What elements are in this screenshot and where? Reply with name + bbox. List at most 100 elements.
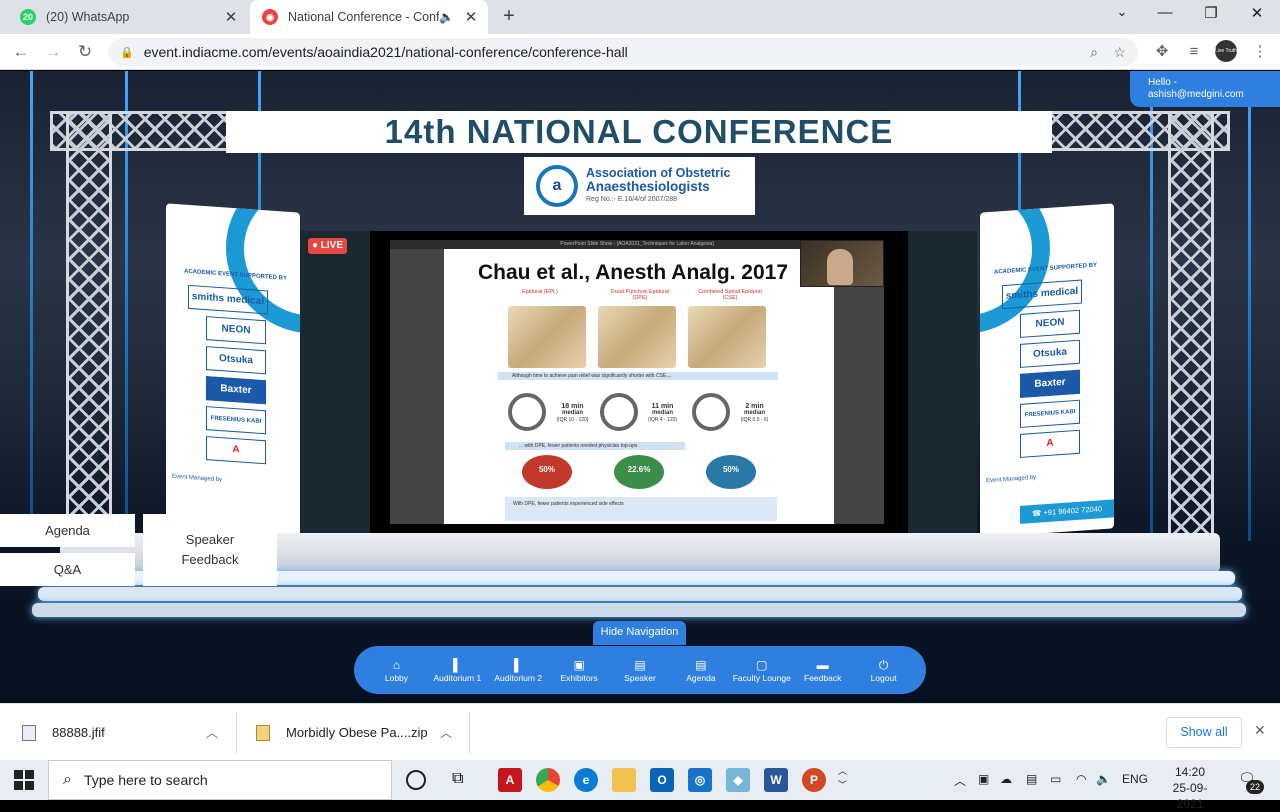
tab-search-icon[interactable]: ⌄	[1107, 4, 1137, 28]
powerpoint-icon[interactable]: P	[802, 768, 826, 792]
close-tab-icon[interactable]: ✕	[460, 8, 482, 26]
edge-icon[interactable]: e	[574, 768, 598, 792]
nav-speaker[interactable]: ▤ Speaker	[610, 658, 671, 683]
outlook-icon[interactable]: O	[650, 768, 674, 792]
clock-date: 25-09-2021	[1172, 781, 1208, 811]
screen-bezel-left	[300, 231, 370, 533]
tab-whatsapp[interactable]: 20 (20) WhatsApp ✕	[8, 0, 248, 34]
address-bar[interactable]: 🔒 event.indiacme.com/events/aoaindia2021…	[108, 38, 1138, 66]
clock[interactable]: 14:20 25-09-2021	[1160, 764, 1220, 812]
conference-banner: 14th NATIONAL CONFERENCE	[226, 111, 1052, 153]
close-window-button[interactable]: ✕	[1242, 4, 1272, 28]
tray-app-icon[interactable]: ▣	[978, 772, 989, 786]
reading-list-icon[interactable]: ≡	[1184, 42, 1204, 62]
forward-icon[interactable]: →	[42, 41, 64, 63]
timer-icon	[600, 393, 638, 431]
left-sponsor-board: ACADEMIC EVENT SUPPORTED BY smiths medic…	[166, 203, 300, 538]
nav-agenda[interactable]: ▤ Agenda	[670, 658, 731, 683]
download-item[interactable]: Morbidly Obese Pa....zip ︿	[256, 704, 466, 761]
image-file-icon	[22, 724, 36, 741]
nav-exhibitors[interactable]: ▣ Exhibitors	[549, 658, 610, 683]
reload-icon[interactable]: ↻	[74, 41, 96, 63]
download-filename: 88888.jfif	[52, 725, 105, 740]
nav-faculty-lounge[interactable]: ▢ Faculty Lounge	[731, 658, 792, 683]
volume-icon[interactable]: 🔈	[1096, 772, 1111, 786]
new-tab-button[interactable]: +	[498, 5, 520, 27]
door-icon: ▌	[453, 657, 462, 672]
sponsor-neon: NEON	[1020, 309, 1080, 338]
app-icon[interactable]: ◎	[688, 768, 712, 792]
spine-image	[688, 306, 766, 368]
sponsor-otsuka: Otsuka	[1020, 339, 1080, 368]
chevron-up-icon[interactable]: ︿	[206, 724, 218, 741]
conference-icon: ◉	[262, 9, 278, 25]
nav-auditorium-2[interactable]: ▌ Auditorium 2	[488, 658, 549, 683]
show-all-button[interactable]: Show all	[1166, 717, 1242, 748]
file-explorer-icon[interactable]	[612, 768, 636, 792]
windows-start-icon[interactable]	[14, 770, 34, 790]
cloud-icon[interactable]: ☁	[1000, 772, 1012, 786]
nav-label: Auditorium 1	[433, 672, 482, 683]
wifi-icon[interactable]: ◠	[1076, 772, 1086, 786]
search-icon: ⌕	[63, 771, 72, 788]
nav-lobby[interactable]: ⌂ Lobby	[366, 658, 427, 683]
acrobat-icon[interactable]: A	[498, 768, 522, 792]
chevron-up-icon[interactable]: ︿	[954, 772, 966, 789]
sponsor-neon: NEON	[206, 316, 266, 345]
tab-national-conference[interactable]: ◉ National Conference - Confe 🔈 ✕	[250, 0, 488, 34]
restore-button[interactable]: ❐	[1196, 4, 1226, 28]
sponsor-smiths: smiths medical	[188, 284, 268, 315]
board-phone: ☎ +91 96402 72040	[1020, 499, 1114, 524]
close-tab-icon[interactable]: ✕	[220, 8, 242, 26]
chrome-icon[interactable]	[536, 768, 560, 792]
taskbar-search[interactable]: ⌕ Type here to search	[48, 760, 392, 800]
profile-avatar[interactable]: Live Truth	[1215, 40, 1237, 62]
conference-hall: Hello - ashish@medgini.com 14th NATIONAL…	[0, 71, 1280, 703]
qa-button[interactable]: Q&A	[0, 553, 135, 586]
extensions-icon[interactable]: ✥	[1152, 42, 1172, 62]
slide-col-header: Combined Spinal Epidural (CSE)	[698, 289, 762, 301]
speaker-icon[interactable]: 🔈	[439, 10, 454, 24]
agenda-button[interactable]: Agenda	[0, 514, 135, 547]
slide-pie: 50%	[706, 455, 756, 489]
nav-feedback[interactable]: ▬ Feedback	[792, 658, 853, 683]
nav-auditorium-1[interactable]: ▌ Auditorium 1	[427, 658, 488, 683]
timer-label: 11 min median (IQR 4 - 120)	[647, 403, 678, 423]
whatsapp-icon: 20	[20, 9, 36, 25]
speaker-feedback-label: Feedback	[181, 552, 239, 567]
nav-label: Agenda	[686, 672, 716, 683]
bookmark-star-icon[interactable]: ☆	[1113, 44, 1126, 61]
sponsor-a: A	[1020, 429, 1080, 458]
hide-navigation-button[interactable]: Hide Navigation	[593, 621, 686, 645]
back-icon[interactable]: ←	[10, 41, 32, 63]
browser-toolbar: ← → ↻ 🔒 event.indiacme.com/events/aoaind…	[0, 34, 1280, 70]
app-icon[interactable]: ◆	[726, 768, 750, 792]
taskbar-scroll-icon[interactable]: ︿ ﹀	[838, 764, 847, 792]
sponsor-otsuka: Otsuka	[206, 346, 266, 375]
minimize-button[interactable]: —	[1150, 4, 1180, 28]
menu-icon[interactable]: ⋮	[1250, 42, 1270, 62]
slide-col-header: Epidural (EPL)	[522, 289, 558, 295]
sponsor-fresenius: FRESENIUS KABI	[1020, 399, 1080, 428]
chevron-up-icon[interactable]: ︿	[440, 724, 452, 741]
cortana-icon[interactable]	[406, 770, 426, 790]
zoom-icon[interactable]: ⌕	[1090, 44, 1098, 61]
task-view-icon[interactable]: ⧉	[452, 770, 463, 788]
clock-time: 14:20	[1174, 765, 1206, 779]
nav-logout[interactable]: ⏻ Logout	[853, 658, 914, 683]
board-footer: Event Managed by	[172, 473, 223, 484]
venue-navigation: ⌂ Lobby ▌ Auditorium 1 ▌ Auditorium 2 ▣ Exhi…	[354, 646, 926, 694]
language-indicator[interactable]: ENG	[1122, 772, 1148, 786]
power-icon: ⏻	[878, 657, 889, 672]
battery-icon[interactable]: ▭	[1050, 772, 1061, 786]
tray-app-icon[interactable]: ▤	[1026, 772, 1037, 786]
word-icon[interactable]: W	[764, 768, 788, 792]
speaker-feedback-button[interactable]: Speaker Feedback	[143, 514, 277, 586]
slide-pie: 22.6%	[614, 455, 664, 489]
download-filename: Morbidly Obese Pa....zip	[286, 725, 428, 740]
speaker-feedback-label: Speaker	[185, 532, 235, 547]
close-download-bar-icon[interactable]: ✕	[1254, 722, 1266, 739]
download-item[interactable]: 88888.jfif ︿	[22, 704, 232, 761]
slide-title: Chau et al., Anesth Analg. 2017	[478, 261, 789, 284]
nav-label: Faculty Lounge	[732, 672, 791, 683]
